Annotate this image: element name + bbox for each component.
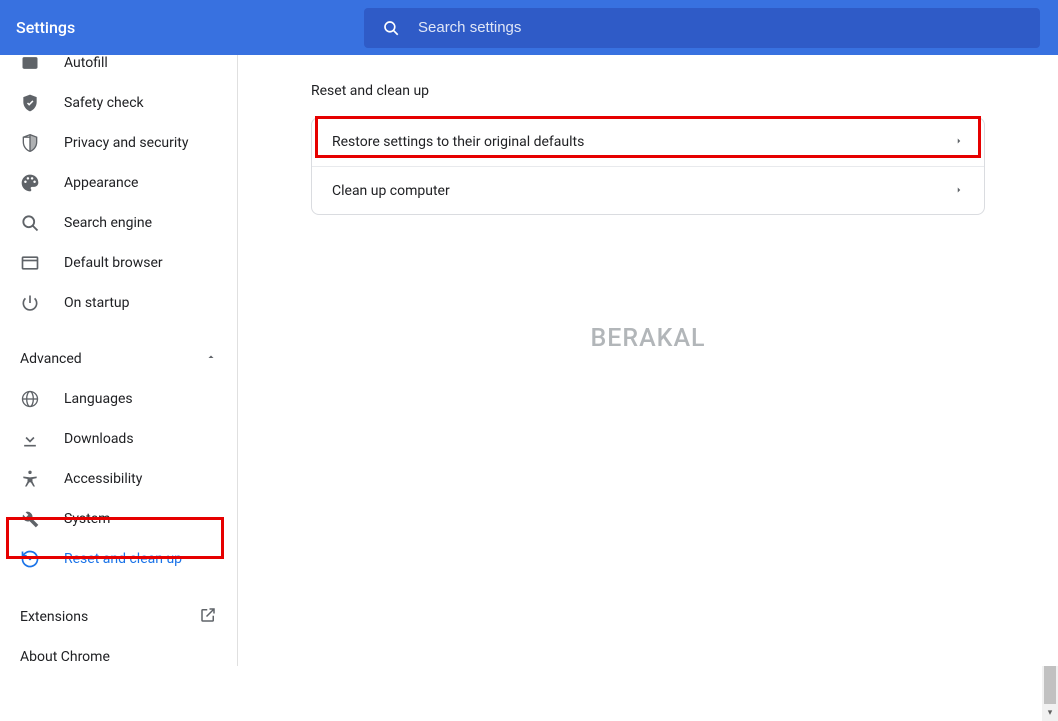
chevron-up-icon bbox=[205, 351, 217, 367]
sidebar-item-label: Downloads bbox=[64, 431, 134, 447]
advanced-label: Advanced bbox=[20, 351, 82, 367]
restore-defaults-row[interactable]: Restore settings to their original defau… bbox=[312, 118, 984, 166]
sidebar-item-accessibility[interactable]: Accessibility bbox=[0, 459, 237, 499]
chevron-right-icon bbox=[954, 183, 964, 199]
sidebar-item-on-startup[interactable]: On startup bbox=[0, 283, 237, 323]
palette-icon bbox=[20, 173, 40, 193]
watermark-text: BERAKAL bbox=[590, 324, 705, 353]
wrench-icon bbox=[20, 509, 40, 529]
browser-icon bbox=[20, 253, 40, 273]
external-link-icon bbox=[199, 606, 217, 628]
sidebar-item-privacy[interactable]: Privacy and security bbox=[0, 123, 237, 163]
sidebar-item-label: System bbox=[64, 511, 110, 527]
shield-check-icon bbox=[20, 93, 40, 113]
sidebar-item-downloads[interactable]: Downloads bbox=[0, 419, 237, 459]
sidebar-item-safety[interactable]: Safety check bbox=[0, 83, 237, 123]
advanced-section-toggle[interactable]: Advanced bbox=[0, 339, 237, 379]
sidebar-item-label: On startup bbox=[64, 295, 130, 311]
autofill-icon bbox=[20, 55, 40, 73]
sidebar-item-label: Default browser bbox=[64, 255, 163, 271]
sidebar-item-label: Safety check bbox=[64, 95, 144, 111]
sidebar-item-label: Appearance bbox=[64, 175, 138, 191]
magnify-icon bbox=[20, 213, 40, 233]
app-header: Settings bbox=[0, 0, 1058, 55]
search-icon bbox=[382, 19, 400, 37]
sidebar-item-search-engine[interactable]: Search engine bbox=[0, 203, 237, 243]
sidebar-item-label: Reset and clean up bbox=[64, 551, 182, 567]
download-icon bbox=[20, 429, 40, 449]
sidebar-item-label: Privacy and security bbox=[64, 135, 188, 151]
sidebar: Autofill Safety check Privacy and securi… bbox=[0, 55, 238, 666]
accessibility-icon bbox=[20, 469, 40, 489]
sidebar-item-system[interactable]: System bbox=[0, 499, 237, 539]
sidebar-item-default-browser[interactable]: Default browser bbox=[0, 243, 237, 283]
settings-card: Restore settings to their original defau… bbox=[311, 117, 985, 215]
sidebar-item-languages[interactable]: Languages bbox=[0, 379, 237, 419]
chevron-right-icon bbox=[954, 134, 964, 150]
card-row-label: Clean up computer bbox=[332, 183, 450, 199]
sidebar-item-reset[interactable]: Reset and clean up bbox=[0, 539, 237, 579]
sidebar-extensions[interactable]: Extensions bbox=[0, 597, 237, 637]
scroll-down-arrow[interactable]: ▾ bbox=[1042, 705, 1058, 721]
sidebar-about[interactable]: About Chrome bbox=[0, 637, 237, 666]
restore-icon bbox=[20, 549, 40, 569]
main-content: Reset and clean up Restore settings to t… bbox=[238, 55, 1058, 666]
shield-icon bbox=[20, 133, 40, 153]
card-row-label: Restore settings to their original defau… bbox=[332, 134, 584, 150]
section-title: Reset and clean up bbox=[311, 83, 985, 99]
sidebar-item-label: Languages bbox=[64, 391, 133, 407]
globe-icon bbox=[20, 389, 40, 409]
search-container[interactable] bbox=[364, 8, 1040, 48]
extensions-label: Extensions bbox=[20, 609, 88, 625]
sidebar-item-label: Search engine bbox=[64, 215, 152, 231]
sidebar-item-autofill[interactable]: Autofill bbox=[0, 55, 237, 83]
app-title: Settings bbox=[16, 18, 364, 37]
search-input[interactable] bbox=[418, 19, 1022, 36]
sidebar-item-label: Autofill bbox=[64, 55, 108, 71]
sidebar-item-label: Accessibility bbox=[64, 471, 142, 487]
power-icon bbox=[20, 293, 40, 313]
sidebar-item-appearance[interactable]: Appearance bbox=[0, 163, 237, 203]
about-label: About Chrome bbox=[20, 649, 110, 665]
cleanup-computer-row[interactable]: Clean up computer bbox=[312, 166, 984, 214]
